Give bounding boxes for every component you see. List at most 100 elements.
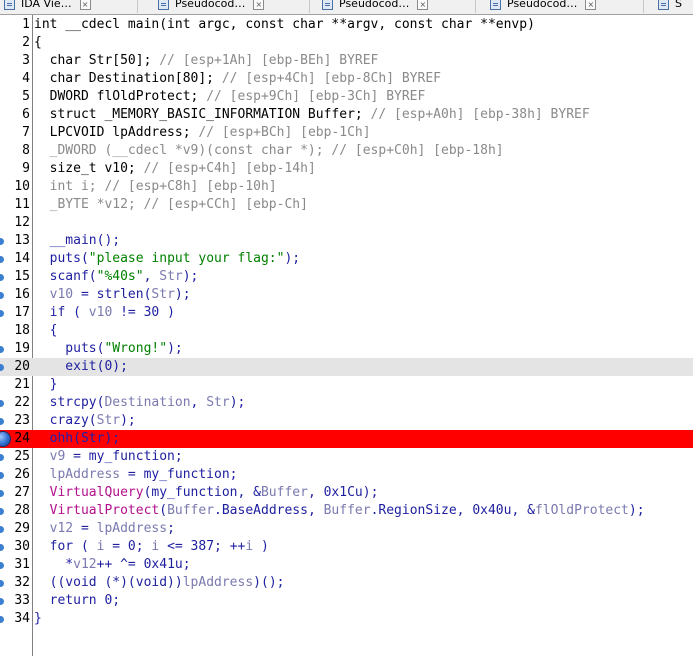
code-line-16[interactable]: 16 v10 = strlen(Str);	[0, 286, 693, 304]
code-text[interactable]: VirtualQuery(my_function, &Buffer, 0x1Cu…	[34, 484, 379, 502]
code-line-8[interactable]: 8 _DWORD (__cdecl *v9)(const char *); //…	[0, 142, 693, 160]
code-line-25[interactable]: 25 v9 = my_function;	[0, 448, 693, 466]
code-text[interactable]: {	[34, 34, 42, 52]
code-token: _BYTE *v12;	[34, 197, 144, 212]
code-line-13[interactable]: 13 __main();	[0, 232, 693, 250]
code-text[interactable]: puts("Wrong!");	[34, 340, 182, 358]
code-text[interactable]: __main();	[34, 232, 120, 250]
code-line-18[interactable]: 18 {	[0, 322, 693, 340]
code-token: LPCVOID lpAddress;	[34, 125, 199, 140]
code-token: // [esp+BCh] [ebp-1Ch]	[198, 125, 371, 140]
code-text[interactable]: char Destination[80]; // [esp+4Ch] [ebp-…	[34, 70, 441, 88]
code-line-7[interactable]: 7 LPCVOID lpAddress; // [esp+BCh] [ebp-1…	[0, 124, 693, 142]
code-text[interactable]: VirtualProtect(Buffer.BaseAddress, Buffe…	[34, 502, 645, 520]
code-text[interactable]: v10 = strlen(Str);	[34, 286, 191, 304]
code-line-11[interactable]: 11 _BYTE *v12; // [esp+CCh] [ebp-Ch]	[0, 196, 693, 214]
code-line-5[interactable]: 5 DWORD flOldProtect; // [esp+9Ch] [ebp-…	[0, 88, 693, 106]
code-token: DWORD flOldProtect;	[34, 89, 207, 104]
code-text[interactable]: char Str[50]; // [esp+1Ah] [ebp-BEh] BYR…	[34, 52, 379, 70]
code-token: = my_function;	[65, 449, 183, 464]
code-line-34[interactable]: 34}	[0, 610, 693, 628]
code-token: ((void (*)(void))	[34, 575, 183, 590]
code-line-2[interactable]: 2{	[0, 34, 693, 52]
code-line-27[interactable]: 27 VirtualQuery(my_function, &Buffer, 0x…	[0, 484, 693, 502]
code-line-29[interactable]: 29 v12 = lpAddress;	[0, 520, 693, 538]
code-line-23[interactable]: 23 crazy(Str);	[0, 412, 693, 430]
code-text[interactable]: LPCVOID lpAddress; // [esp+BCh] [ebp-1Ch…	[34, 124, 371, 142]
code-line-12[interactable]: 12	[0, 214, 693, 232]
code-text[interactable]: v9 = my_function;	[34, 448, 183, 466]
line-number: 31	[14, 557, 30, 572]
code-line-3[interactable]: 3 char Str[50]; // [esp+1Ah] [ebp-BEh] B…	[0, 52, 693, 70]
code-line-33[interactable]: 33 return 0;	[0, 592, 693, 610]
code-token: );	[120, 413, 136, 428]
code-line-28[interactable]: 28 VirtualProtect(Buffer.BaseAddress, Bu…	[0, 502, 693, 520]
line-number: 29	[14, 521, 30, 536]
code-text[interactable]: _BYTE *v12; // [esp+CCh] [ebp-Ch]	[34, 196, 308, 214]
code-text[interactable]: _DWORD (__cdecl *v9)(const char *); // […	[34, 142, 504, 160]
code-token: // [esp+4Ch] [ebp-8Ch] BYREF	[221, 71, 441, 86]
code-line-4[interactable]: 4 char Destination[80]; // [esp+4Ch] [eb…	[0, 70, 693, 88]
tab-ida-view[interactable]: IDA Vie… ×	[0, 0, 138, 13]
close-icon[interactable]: ×	[79, 0, 91, 10]
tab-pseudocode-b[interactable]: Pseudocod… ×	[318, 0, 476, 13]
code-text[interactable]: size_t v10; // [esp+C4h] [ebp-14h]	[34, 160, 316, 178]
code-line-31[interactable]: 31 *v12++ ^= 0x41u;	[0, 556, 693, 574]
code-text[interactable]: lpAddress = my_function;	[34, 466, 238, 484]
code-text[interactable]: }	[34, 376, 58, 394]
code-text[interactable]: DWORD flOldProtect; // [esp+9Ch] [ebp-3C…	[34, 88, 426, 106]
close-icon[interactable]: ×	[253, 0, 265, 10]
code-token: = 0;	[104, 539, 152, 554]
code-token: "%40s"	[96, 269, 144, 284]
code-text[interactable]: for ( i = 0; i <= 387; ++i )	[34, 538, 269, 556]
code-text[interactable]: return 0;	[34, 592, 120, 610]
code-line-20[interactable]: 20 exit(0);	[0, 358, 693, 376]
code-text[interactable]: int i; // [esp+C8h] [ebp-10h]	[34, 178, 277, 196]
code-token: int i;	[34, 179, 105, 194]
code-line-21[interactable]: 21 }	[0, 376, 693, 394]
code-token: <= 387; ++	[159, 539, 246, 554]
code-line-15[interactable]: 15 scanf("%40s", Str);	[0, 268, 693, 286]
code-line-1[interactable]: 1 int __cdecl main(int argc, const char *…	[0, 16, 693, 34]
code-line-32[interactable]: 32 ((void (*)(void))lpAddress)();	[0, 574, 693, 592]
code-token: __main();	[34, 233, 121, 248]
line-number: 13	[14, 233, 30, 248]
code-line-19[interactable]: 19 puts("Wrong!");	[0, 340, 693, 358]
close-icon[interactable]: ×	[585, 0, 597, 10]
code-line-10[interactable]: 10 int i; // [esp+C8h] [ebp-10h]	[0, 178, 693, 196]
code-token: );	[174, 287, 191, 302]
code-text[interactable]: }	[34, 610, 42, 628]
code-token: v10	[34, 287, 74, 302]
line-number: 27	[14, 485, 30, 500]
code-token: Destination	[104, 395, 191, 410]
code-text[interactable]: ((void (*)(void))lpAddress)();	[34, 574, 285, 592]
code-text[interactable]: crazy(Str);	[34, 412, 136, 430]
tab-pseudocode-a[interactable]: Pseudocod… ×	[154, 0, 310, 13]
code-line-30[interactable]: 30 for ( i = 0; i <= 387; ++i )	[0, 538, 693, 556]
tab-strings[interactable]: S	[654, 0, 693, 13]
code-text[interactable]: strcpy(Destination, Str);	[34, 394, 246, 412]
code-line-14[interactable]: 14 puts("please input your flag:");	[0, 250, 693, 268]
code-text[interactable]: struct _MEMORY_BASIC_INFORMATION Buffer;…	[34, 106, 590, 124]
code-text[interactable]: if ( v10 != 30 )	[34, 304, 175, 322]
strings-icon	[658, 0, 669, 10]
code-line-6[interactable]: 6 struct _MEMORY_BASIC_INFORMATION Buffe…	[0, 106, 693, 124]
code-line-26[interactable]: 26 lpAddress = my_function;	[0, 466, 693, 484]
code-text[interactable]: scanf("%40s", Str);	[34, 268, 199, 286]
code-line-22[interactable]: 22 strcpy(Destination, Str);	[0, 394, 693, 412]
close-icon[interactable]: ×	[417, 0, 429, 10]
code-text[interactable]: ohh(Str);	[34, 430, 120, 448]
code-line-17[interactable]: 17 if ( v10 != 30 )	[0, 304, 693, 322]
tab-pseudocode-c[interactable]: Pseudocod… ×	[486, 0, 644, 13]
code-text[interactable]: *v12++ ^= 0x41u;	[34, 556, 190, 574]
code-token: Str	[96, 413, 121, 428]
code-text[interactable]: puts("please input your flag:");	[34, 250, 300, 268]
code-text[interactable]: {	[34, 322, 58, 340]
code-line-9[interactable]: 9 size_t v10; // [esp+C4h] [ebp-14h]	[0, 160, 693, 178]
code-text[interactable]: int __cdecl main(int argc, const char **…	[34, 16, 535, 34]
code-token: VirtualProtect	[49, 503, 160, 518]
code-line-24[interactable]: 24 ohh(Str);	[0, 430, 693, 448]
code-token: (	[73, 431, 81, 446]
code-text[interactable]: exit(0);	[34, 358, 128, 376]
code-text[interactable]: v12 = lpAddress;	[34, 520, 175, 538]
